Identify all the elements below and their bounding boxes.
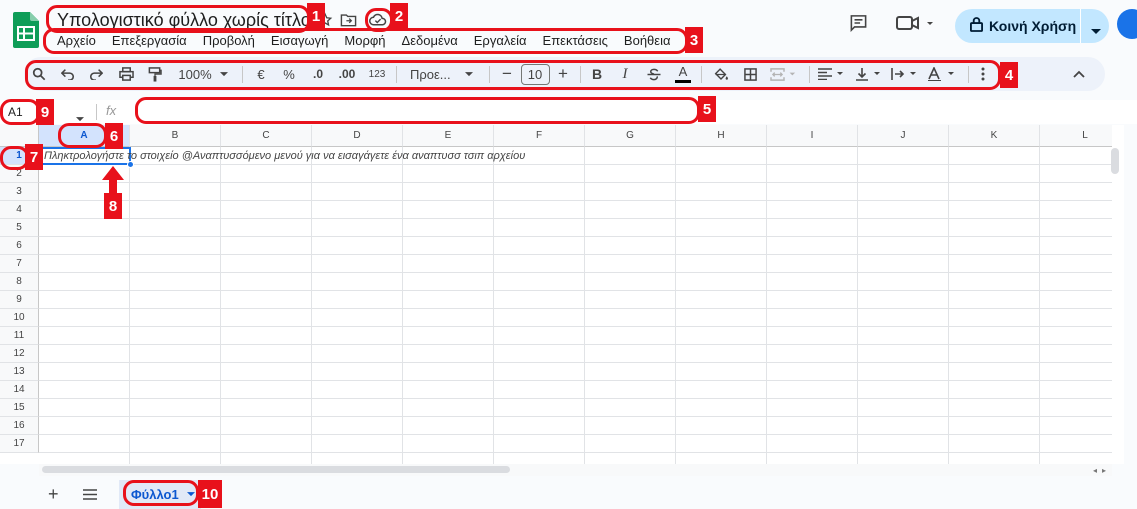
share-label: Κοινή Χρήση	[989, 18, 1077, 34]
fx-icon: fx	[106, 103, 117, 118]
annotation-outline-5	[135, 97, 700, 124]
spreadsheet-grid: A B C D E F G H I J K L 1 2 3 4 5 6 7 8 9 10 11 12 13 14 15 16 17 Πλη…	[0, 125, 1112, 464]
annotation-badge-3: 3	[685, 27, 703, 53]
grid-row-line	[39, 200, 1112, 201]
row-header[interactable]: 7	[0, 255, 39, 273]
grid-row-line	[39, 326, 1112, 327]
fill-handle[interactable]	[127, 161, 134, 168]
scroll-left-icon[interactable]: ◂	[1093, 466, 1097, 475]
row-header[interactable]: 12	[0, 345, 39, 363]
grid-row-line	[39, 452, 1112, 453]
row-header[interactable]: 16	[0, 417, 39, 435]
column-header[interactable]: G	[585, 125, 676, 147]
annotation-outline-3	[43, 28, 688, 54]
collapse-menus-icon[interactable]	[1066, 57, 1092, 91]
column-header[interactable]: E	[403, 125, 494, 147]
annotation-badge-8: 8	[104, 193, 122, 219]
grid-row-line	[39, 290, 1112, 291]
sheets-logo[interactable]	[13, 12, 39, 48]
column-header[interactable]: K	[949, 125, 1040, 147]
annotation-badge-9: 9	[36, 99, 54, 125]
add-sheet-icon[interactable]: +	[48, 484, 59, 505]
row-header[interactable]: 9	[0, 291, 39, 309]
annotation-badge-2: 2	[390, 3, 408, 29]
row-header[interactable]: 14	[0, 381, 39, 399]
row-header[interactable]: 17	[0, 435, 39, 453]
horizontal-scroll-thumb[interactable]	[42, 466, 510, 473]
cell-a1-placeholder: Πληκτρολογήστε το στοιχείο @Αναπτυσσόμεν…	[44, 150, 526, 162]
grid-row-line	[39, 236, 1112, 237]
share-button[interactable]: Κοινή Χρήση	[955, 9, 1109, 43]
grid-row-line	[39, 164, 1112, 165]
annotation-outline-6	[58, 123, 107, 148]
scroll-right-icon[interactable]: ▸	[1102, 466, 1106, 475]
meet-video-icon[interactable]	[896, 15, 936, 34]
row-header[interactable]: 15	[0, 399, 39, 417]
column-header[interactable]: L	[1040, 125, 1112, 147]
annotation-badge-10: 10	[198, 480, 222, 508]
annotation-badge-7: 7	[25, 144, 43, 170]
sheets-app: Υπολογιστικό φύλλο χωρίς τίτλο Αρχείο Επ…	[0, 0, 1137, 509]
annotation-badge-5: 5	[698, 96, 716, 122]
grid-row-line	[39, 380, 1112, 381]
annotation-outline-10	[123, 480, 199, 506]
row-header[interactable]: 5	[0, 219, 39, 237]
row-header[interactable]: 6	[0, 237, 39, 255]
row-header[interactable]: 4	[0, 201, 39, 219]
comments-icon[interactable]	[849, 14, 868, 35]
column-header[interactable]: J	[858, 125, 949, 147]
row-header[interactable]: 3	[0, 183, 39, 201]
lock-icon	[970, 17, 983, 35]
all-sheets-icon[interactable]	[83, 488, 97, 503]
formula-divider	[96, 104, 97, 120]
grid-row-line	[39, 254, 1112, 255]
grid-row-line	[39, 362, 1112, 363]
vertical-scrollbar[interactable]	[1112, 125, 1124, 464]
row-header[interactable]: 10	[0, 309, 39, 327]
annotation-arrow-8	[102, 166, 124, 196]
share-divider	[1080, 9, 1081, 43]
column-header[interactable]: D	[312, 125, 403, 147]
grid-row-line	[39, 272, 1112, 273]
column-header[interactable]: C	[221, 125, 312, 147]
grid-row-line	[39, 344, 1112, 345]
annotation-outline-9	[0, 99, 40, 125]
grid-row-line	[39, 416, 1112, 417]
annotation-badge-1: 1	[307, 3, 325, 29]
vertical-scroll-thumb[interactable]	[1111, 148, 1119, 174]
grid-row-line	[39, 218, 1112, 219]
annotation-outline-4	[25, 60, 1001, 90]
row-header[interactable]: 13	[0, 363, 39, 381]
row-header[interactable]: 11	[0, 327, 39, 345]
grid-row-line	[39, 398, 1112, 399]
column-header[interactable]: I	[767, 125, 858, 147]
grid-row-line	[39, 308, 1112, 309]
column-header[interactable]: B	[130, 125, 221, 147]
share-dropdown-icon[interactable]	[1091, 23, 1101, 38]
column-header[interactable]: F	[494, 125, 585, 147]
grid-row-line	[39, 182, 1112, 183]
annotation-badge-4: 4	[1000, 62, 1018, 88]
row-header[interactable]: 8	[0, 273, 39, 291]
annotation-badge-6: 6	[105, 123, 123, 149]
column-header[interactable]: H	[676, 125, 767, 147]
avatar[interactable]	[1117, 9, 1137, 39]
grid-row-line	[39, 434, 1112, 435]
